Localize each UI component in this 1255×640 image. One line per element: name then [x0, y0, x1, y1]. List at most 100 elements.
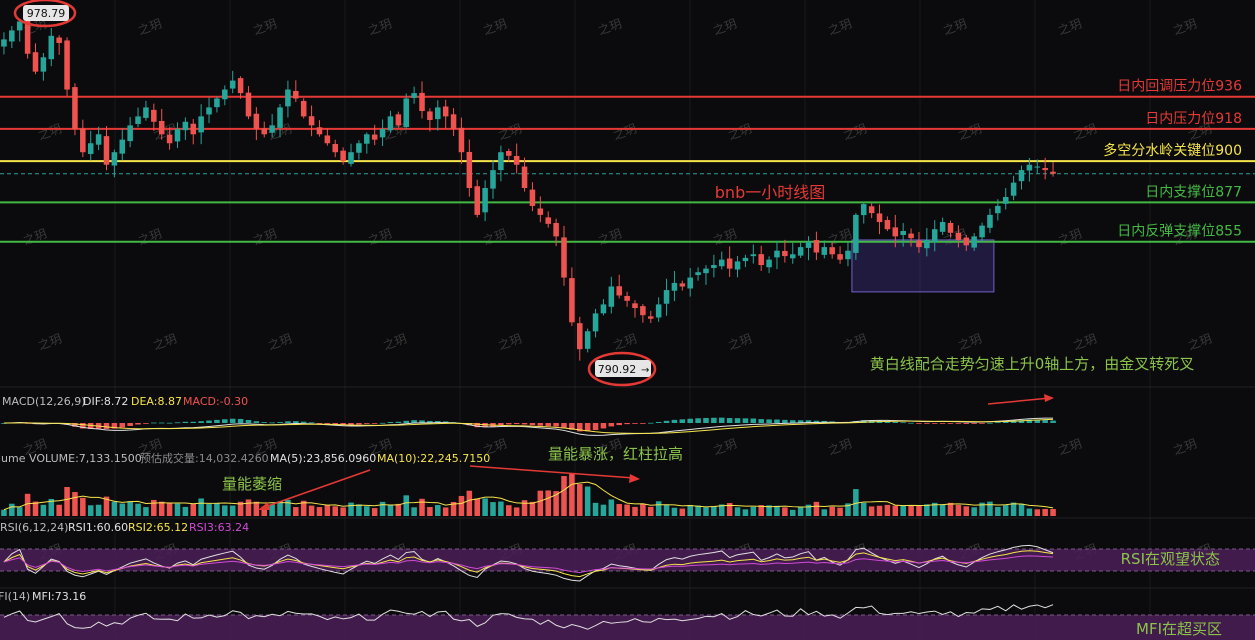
candle-body — [908, 233, 914, 239]
volume-bar — [908, 505, 914, 516]
watermark-text: 之玥 — [21, 226, 48, 247]
candle-body — [293, 90, 299, 99]
watermark-text: 之玥 — [481, 16, 508, 37]
volume-bar — [324, 504, 331, 516]
volume-bar — [198, 498, 204, 516]
macd-bar — [324, 423, 331, 424]
candle-body — [9, 30, 15, 42]
volume-bar — [87, 505, 94, 516]
volume-bar — [655, 501, 662, 516]
watermark-text: 之玥 — [711, 226, 738, 247]
volume-bar — [797, 506, 804, 516]
volume-bar — [174, 503, 181, 516]
candle-body — [95, 134, 102, 145]
macd-bar — [206, 420, 212, 423]
volume-bars — [1, 473, 1056, 516]
watermark-text: 之玥 — [1071, 331, 1098, 352]
candle-body — [16, 21, 23, 31]
candle-body — [577, 323, 583, 350]
macd-bar — [908, 422, 914, 424]
candle-body — [845, 250, 851, 260]
macd-dif-line — [3, 417, 1054, 436]
macd-bar — [663, 420, 670, 423]
candle-body — [222, 89, 228, 100]
volume-bar — [16, 507, 23, 516]
macd-bar — [237, 418, 244, 423]
volume-bar — [442, 507, 449, 516]
candle-body — [474, 186, 480, 215]
volume-bar — [40, 504, 47, 516]
volume-bar — [348, 502, 354, 516]
candle-body — [513, 155, 520, 165]
candle-body — [860, 204, 867, 216]
candle-body — [600, 304, 607, 314]
candle-body — [569, 278, 575, 323]
macd-bar — [695, 418, 701, 423]
volume-bar — [135, 503, 141, 516]
volume-bar — [860, 502, 867, 516]
candle-body — [340, 150, 346, 162]
volume-bar — [569, 473, 575, 516]
macd-bar — [277, 422, 283, 423]
volume-bar — [774, 505, 780, 516]
candle-body — [143, 107, 149, 118]
volume-estimate-label: 预估成交量:14,032.4260 — [140, 451, 269, 465]
macd-bar — [190, 421, 197, 423]
candle-body — [269, 125, 275, 133]
macd-bar — [924, 423, 930, 424]
candle-body — [214, 98, 220, 108]
watermark-text: 之玥 — [596, 16, 623, 37]
macd-bar — [182, 421, 189, 423]
volume-bar — [703, 507, 709, 516]
candle-body — [789, 254, 796, 259]
watermark-text: 之玥 — [136, 16, 163, 37]
volume-bar — [624, 504, 630, 516]
candle-body — [837, 254, 843, 260]
candle-body — [695, 272, 701, 276]
watermark-text: 之玥 — [1186, 331, 1213, 352]
candle-body — [253, 113, 260, 129]
watermark-text: 之玥 — [1071, 121, 1098, 142]
macd-bar — [608, 423, 615, 427]
watermark-text: 之玥 — [1056, 226, 1083, 247]
volume-bar — [356, 504, 362, 516]
volume-bar — [214, 503, 220, 516]
volume-bar — [663, 504, 670, 516]
volume-bar — [782, 507, 788, 516]
candle-body — [947, 222, 954, 233]
bnb-hourly-chart: 之玥 之玥 之玥 之玥 之玥 之玥 之玥 之玥 之玥 之玥 之玥之玥 之玥 之玥 之玥 之玥 之玥 之玥 之玥 之玥… — [0, 0, 1255, 640]
macd-bar — [979, 423, 985, 424]
volume-bar — [182, 506, 189, 516]
rsi-params-label: RSI(6,12,24) — [0, 521, 68, 534]
volume-bar — [695, 505, 701, 516]
volume-bar — [1034, 509, 1041, 516]
candle-body — [32, 52, 39, 72]
macd-bar — [506, 423, 512, 425]
macd-bar — [584, 423, 591, 432]
macd-bar — [648, 422, 654, 424]
volume-bar — [395, 503, 402, 516]
watermark-text: 之玥 — [151, 121, 178, 142]
volume-bar — [190, 503, 197, 516]
candle-body — [24, 21, 31, 54]
volume-bar — [789, 509, 796, 516]
candle-body — [1002, 196, 1009, 204]
volume-bar — [687, 504, 693, 516]
volume-bar — [648, 506, 654, 516]
candle-body — [348, 152, 354, 164]
candle-body — [458, 127, 465, 153]
candle-body — [782, 250, 788, 257]
macd-bar — [229, 418, 236, 423]
volume-bar — [916, 506, 922, 516]
volume-bar — [868, 506, 875, 516]
volume-bar — [340, 507, 346, 516]
volume-bar — [955, 504, 962, 516]
candle-body — [1, 39, 7, 47]
macd-bar — [703, 417, 709, 423]
support-resistance-lines — [0, 95, 1255, 243]
low-price-label: 790.92 — [598, 363, 637, 376]
candle-body — [80, 128, 86, 153]
volume-bar — [80, 497, 86, 516]
candle-body — [616, 286, 622, 296]
volume-bar — [947, 502, 954, 516]
